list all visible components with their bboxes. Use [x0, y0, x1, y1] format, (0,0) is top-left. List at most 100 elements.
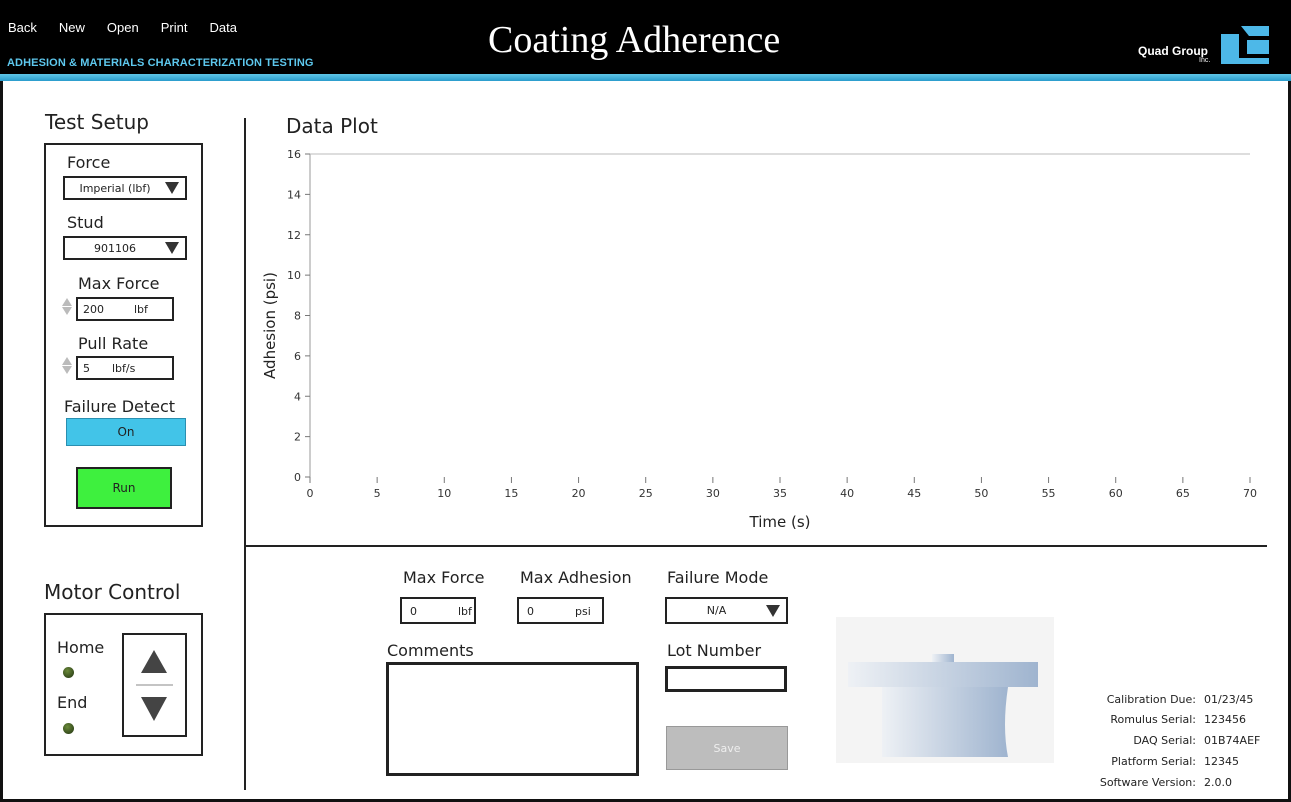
stepper-up-icon[interactable] [61, 298, 72, 306]
x-tick-label: 70 [1243, 487, 1257, 500]
failure-mode-value: N/A [706, 604, 727, 617]
vertical-divider [244, 118, 246, 790]
menu-new[interactable]: New [59, 20, 85, 35]
x-tick-label: 65 [1176, 487, 1190, 500]
header-bar: Back New Open Print Data ADHESION & MATE… [0, 0, 1291, 74]
stud-value: 901106 [94, 241, 136, 255]
stepper-down-icon[interactable] [61, 366, 72, 374]
max-force-label: Max Force [78, 274, 160, 293]
info-row: DAQ Serial: 01B74AEF [1040, 734, 1288, 747]
x-tick-label: 55 [1042, 487, 1056, 500]
x-tick-label: 40 [840, 487, 854, 500]
menu-bar: Back New Open Print Data [8, 20, 259, 35]
info-key: Calibration Due: [1106, 693, 1196, 706]
failure-detect-toggle[interactable]: On [66, 418, 186, 446]
horizontal-divider [244, 545, 1267, 547]
y-tick-label: 2 [294, 431, 301, 444]
menu-print[interactable]: Print [161, 20, 188, 35]
info-key: Platform Serial: [1111, 755, 1196, 768]
result-max-adhesion-value: 0 [527, 605, 534, 618]
x-tick-label: 0 [307, 487, 314, 500]
motor-arrows [136, 650, 173, 721]
max-force-value: 200 [83, 303, 104, 316]
x-tick-label: 30 [706, 487, 720, 500]
x-axis-label: Time (s) [749, 513, 811, 531]
motor-control-heading: Motor Control [44, 580, 181, 604]
max-force-unit: lbf [134, 303, 148, 316]
x-tick-label: 5 [374, 487, 381, 500]
quad-group-logo-icon [1221, 26, 1269, 64]
info-key: Software Version: [1099, 776, 1196, 789]
data-plot-chart: 0 2 4 6 8 10 12 14 16 0 5 10 15 20 25 30 35 40 45 50 55 60 65 7… [261, 148, 1257, 531]
info-value: 01B74AEF [1204, 734, 1261, 747]
x-tick-label: 25 [639, 487, 653, 500]
chevron-down-icon [165, 182, 179, 194]
result-max-adhesion-unit: psi [575, 605, 591, 618]
info-row: Software Version: 2.0.0 [1040, 776, 1288, 789]
arrow-down-icon[interactable] [141, 697, 167, 721]
info-value: 01/23/45 [1204, 693, 1254, 706]
x-tick-label: 35 [773, 487, 787, 500]
chevron-down-icon [766, 604, 780, 617]
stepper-up-icon[interactable] [61, 357, 72, 365]
save-button[interactable]: Save [666, 726, 788, 770]
header-accent-stripe [0, 74, 1291, 81]
comments-textarea[interactable] [386, 662, 639, 776]
y-tick-label: 12 [287, 229, 301, 242]
force-unit-select[interactable]: Imperial (lbf) [63, 176, 187, 200]
y-tick-label: 14 [287, 188, 301, 201]
y-tick-label: 8 [294, 310, 301, 323]
info-key: Romulus Serial: [1110, 713, 1196, 726]
menu-open[interactable]: Open [107, 20, 139, 35]
stud-select[interactable]: 901106 [63, 236, 187, 260]
result-max-force-label: Max Force [403, 568, 485, 587]
max-force-stepper[interactable] [61, 297, 72, 323]
failure-detect-label: Failure Detect [64, 397, 176, 416]
run-button[interactable]: Run [76, 467, 172, 509]
info-row: Calibration Due: 01/23/45 [1040, 693, 1288, 706]
test-setup-heading: Test Setup [45, 110, 149, 134]
chevron-down-icon [165, 242, 179, 254]
arrow-up-icon[interactable] [141, 650, 167, 673]
stud-label: Stud [67, 213, 104, 232]
x-tick-label: 10 [437, 487, 451, 500]
y-tick-label: 16 [287, 148, 301, 161]
pull-rate-label: Pull Rate [78, 334, 149, 353]
page-title: Coating Adherence [488, 19, 781, 61]
x-tick-label: 15 [504, 487, 518, 500]
x-tick-label: 60 [1109, 487, 1123, 500]
brand-suffix: Inc. [1199, 57, 1211, 64]
x-tick-label: 50 [974, 487, 988, 500]
x-tick-label: 45 [907, 487, 921, 500]
stud-image [836, 617, 1054, 763]
force-unit-value: Imperial (lbf) [79, 181, 151, 195]
info-value: 123456 [1204, 713, 1246, 726]
failure-mode-label: Failure Mode [667, 568, 769, 587]
result-max-adhesion-label: Max Adhesion [520, 568, 632, 587]
lot-number-input[interactable] [665, 666, 787, 692]
max-force-input[interactable]: 200 lbf [76, 297, 174, 321]
result-max-force-field: 0 lbf [400, 597, 476, 624]
menu-data[interactable]: Data [209, 20, 236, 35]
info-key: DAQ Serial: [1133, 734, 1196, 747]
y-tick-label: 0 [294, 471, 301, 484]
end-label: End [57, 693, 88, 712]
menu-back[interactable]: Back [8, 20, 37, 35]
info-value: 12345 [1204, 755, 1239, 768]
y-tick-label: 10 [287, 269, 301, 282]
y-axis-label: Adhesion (psi) [261, 272, 279, 379]
pull-rate-stepper[interactable] [61, 356, 72, 382]
app-subtitle: ADHESION & MATERIALS CHARACTERIZATION TE… [7, 57, 314, 69]
stepper-down-icon[interactable] [61, 307, 72, 315]
failure-mode-select[interactable]: N/A [665, 597, 788, 624]
result-max-adhesion-field: 0 psi [517, 597, 604, 624]
result-max-force-value: 0 [410, 605, 417, 618]
comments-label: Comments [387, 641, 474, 660]
brand-name: Quad Group [1138, 44, 1208, 58]
motor-jog-control [122, 633, 187, 737]
force-label: Force [67, 153, 111, 172]
info-value: 2.0.0 [1204, 776, 1232, 789]
home-indicator-led [63, 667, 74, 678]
pull-rate-input[interactable]: 5 lbf/s [76, 356, 174, 380]
y-tick-label: 4 [294, 390, 301, 403]
